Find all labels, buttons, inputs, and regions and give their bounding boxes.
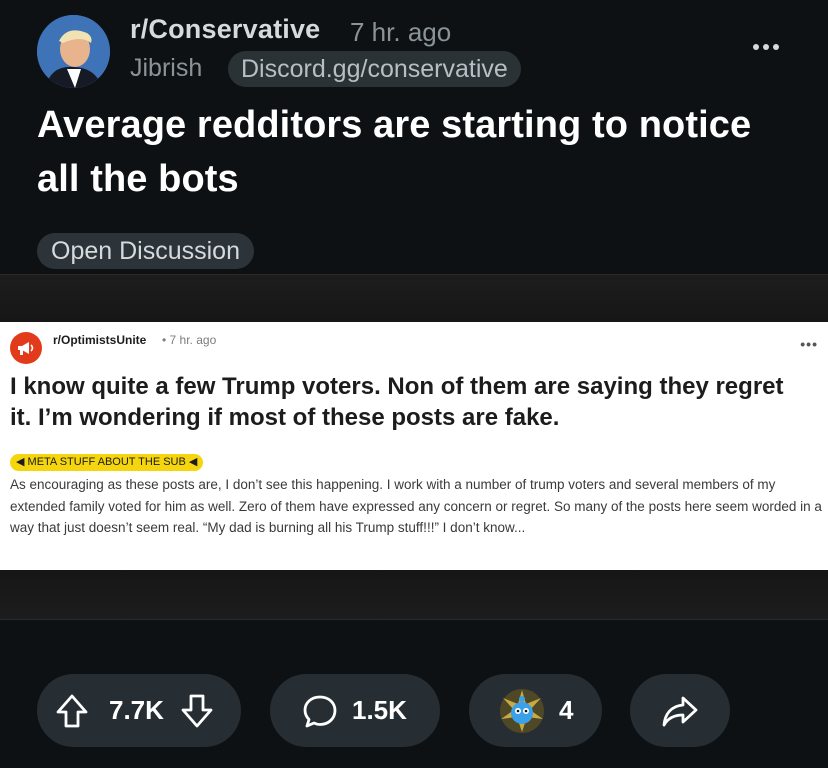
more-options-button[interactable] bbox=[746, 32, 786, 62]
avatar-image bbox=[37, 15, 110, 88]
award-icon bbox=[497, 686, 547, 736]
vote-count: 7.7K bbox=[109, 695, 164, 725]
award-count: 4 bbox=[559, 695, 574, 725]
screenshot-flair: ◀ META STUFF ABOUT THE SUB ◀ bbox=[10, 454, 204, 471]
upvote-button[interactable] bbox=[55, 693, 89, 729]
share-button[interactable] bbox=[630, 674, 730, 747]
arrow-down-icon bbox=[181, 694, 213, 727]
discord-link-chip[interactable]: Discord.gg/conservative bbox=[228, 51, 521, 87]
more-dot bbox=[763, 44, 769, 50]
post-flair[interactable]: Open Discussion bbox=[37, 233, 254, 269]
comment-bubble-icon bbox=[302, 693, 338, 729]
screenshot-flair-label: META STUFF ABOUT THE SUB bbox=[27, 456, 186, 468]
horn-icon: ◀ bbox=[16, 456, 25, 468]
vote-control: 7.7K bbox=[37, 674, 241, 747]
more-dot bbox=[773, 44, 779, 50]
megaphone-icon bbox=[10, 332, 42, 364]
arrow-up-icon bbox=[56, 694, 88, 727]
comments-button[interactable]: 1.5K bbox=[270, 674, 440, 747]
horn-icon: ◀ bbox=[188, 456, 198, 468]
post-time: 7 hr. ago bbox=[350, 17, 452, 47]
post-title[interactable]: Average redditors are starting to notice… bbox=[37, 98, 777, 206]
screenshot-more-icon: ••• bbox=[800, 336, 818, 352]
screenshot-title: I know quite a few Trump voters. Non of … bbox=[10, 373, 784, 431]
downvote-button[interactable] bbox=[180, 693, 214, 729]
screenshot-subreddit: r/OptimistsUnite bbox=[53, 333, 147, 347]
user-flair[interactable]: Jibrish bbox=[130, 54, 202, 83]
award-button[interactable]: 4 bbox=[469, 674, 602, 747]
share-arrow-icon bbox=[661, 694, 699, 728]
comment-count: 1.5K bbox=[352, 695, 407, 725]
subreddit-avatar[interactable] bbox=[37, 15, 110, 88]
more-dots-icon bbox=[753, 44, 759, 50]
screenshot-time: • 7 hr. ago bbox=[162, 333, 217, 347]
screenshot-body: As encouraging as these posts are, I don… bbox=[10, 477, 822, 535]
subreddit-name[interactable]: r/Conservative bbox=[130, 14, 320, 45]
